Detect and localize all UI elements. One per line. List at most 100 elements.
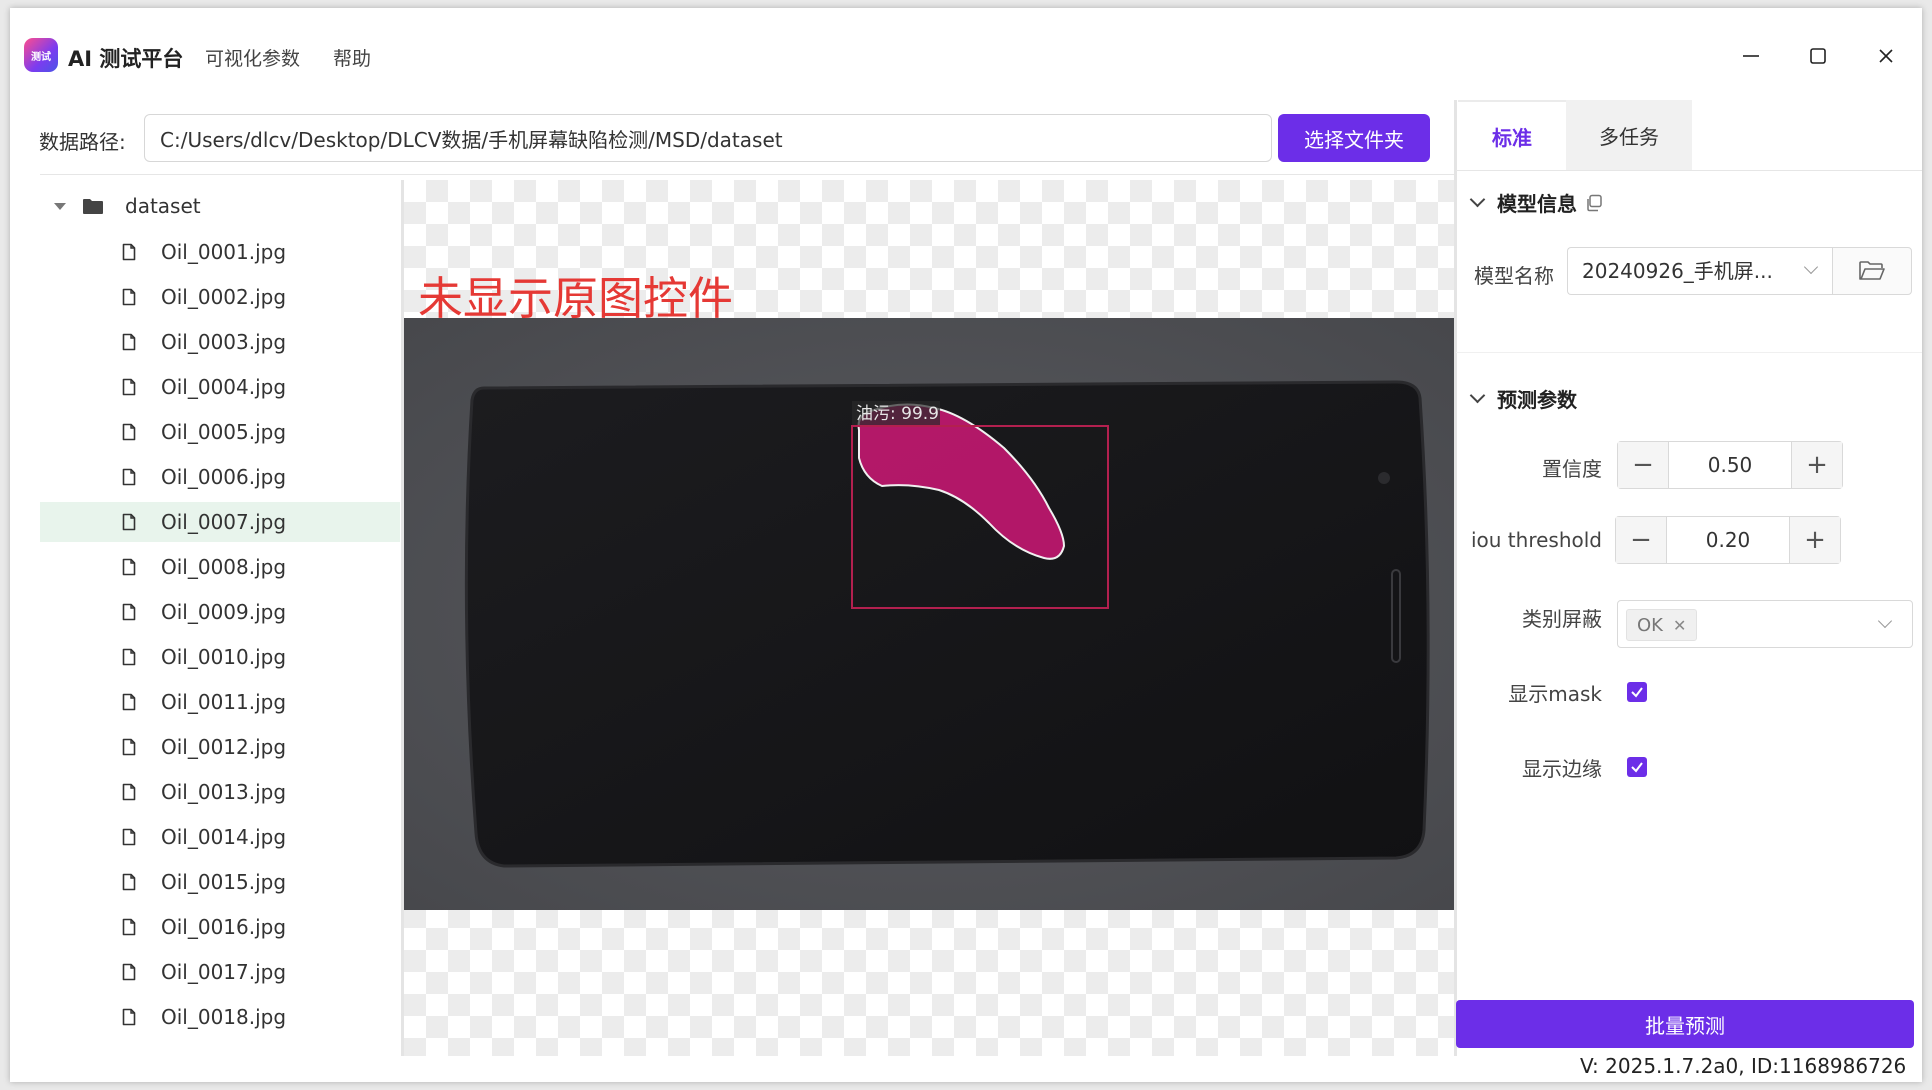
predict-params-title: 预测参数 [1497, 388, 1577, 412]
file-tree-item[interactable]: Oil_0002.jpg [40, 277, 400, 317]
confidence-decrement-button[interactable]: − [1618, 442, 1668, 488]
close-icon [1879, 49, 1893, 63]
app-logo: 测试 [24, 38, 58, 72]
remove-tag-icon[interactable]: ✕ [1673, 616, 1686, 635]
file-label: Oil_0017.jpg [161, 960, 287, 984]
class-tag-label: OK [1637, 614, 1663, 636]
image-viewer[interactable]: 未显示原图控件 油污: 99.9 [404, 180, 1454, 1056]
file-tree: dataset Oil_0001.jpg Oil_0002.jpg Oil_0003… [40, 180, 400, 1056]
confidence-stepper[interactable]: − 0.50 + [1617, 441, 1843, 489]
show-mask-label: 显示mask [1508, 682, 1602, 706]
data-path-label: 数据路径: [39, 130, 126, 154]
model-name-value: 20240926_手机屏... [1582, 259, 1773, 283]
class-tag-ok: OK ✕ [1626, 609, 1698, 641]
file-tree-item[interactable]: Oil_0014.jpg [40, 817, 400, 857]
iou-threshold-stepper[interactable]: − 0.20 + [1615, 516, 1841, 564]
file-icon [122, 963, 136, 981]
file-label: Oil_0002.jpg [161, 285, 287, 309]
file-tree-item[interactable]: Oil_0010.jpg [40, 637, 400, 677]
file-icon [122, 828, 136, 846]
file-tree-item[interactable]: Oil_0011.jpg [40, 682, 400, 722]
chevron-down-icon [1469, 387, 1486, 404]
file-tree-item[interactable]: Oil_0009.jpg [40, 592, 400, 632]
choose-folder-button[interactable]: 选择文件夹 [1278, 114, 1430, 162]
menu-help[interactable]: 帮助 [333, 44, 371, 71]
file-icon [122, 648, 136, 666]
file-icon [122, 873, 136, 891]
menu-visual-params[interactable]: 可视化参数 [205, 44, 300, 71]
app-window: 测试 AI 测试平台 可视化参数 帮助 数据路径: 选择文件夹 dataset … [10, 8, 1922, 1082]
chevron-down-icon [1469, 191, 1486, 208]
tree-root-dataset[interactable]: dataset [40, 186, 400, 226]
file-icon [122, 603, 136, 621]
file-label: Oil_0012.jpg [161, 735, 287, 759]
app-title: AI 测试平台 [68, 47, 184, 71]
detection-label: 油污: 99.9 [856, 404, 939, 424]
confidence-label: 置信度 [1542, 457, 1602, 481]
confidence-value[interactable]: 0.50 [1668, 442, 1792, 488]
checkmark-icon [1631, 687, 1643, 698]
file-label: Oil_0013.jpg [161, 780, 287, 804]
tab-multitask[interactable]: 多任务 [1566, 100, 1692, 170]
file-icon [122, 333, 136, 351]
minimize-button[interactable] [1729, 38, 1773, 74]
file-label: Oil_0018.jpg [161, 1005, 287, 1029]
file-tree-item[interactable]: Oil_0013.jpg [40, 772, 400, 812]
maximize-icon [1810, 48, 1826, 64]
show-edge-label: 显示边缘 [1522, 757, 1602, 781]
file-tree-item[interactable]: Oil_0005.jpg [40, 412, 400, 452]
iou-increment-button[interactable]: + [1790, 517, 1840, 563]
file-label: Oil_0014.jpg [161, 825, 287, 849]
file-tree-item[interactable]: Oil_0015.jpg [40, 862, 400, 902]
show-edge-checkbox[interactable] [1627, 757, 1647, 777]
batch-predict-button[interactable]: 批量预测 [1456, 1000, 1914, 1048]
data-path-input[interactable] [144, 114, 1272, 162]
file-label: Oil_0008.jpg [161, 555, 287, 579]
file-tree-item[interactable]: Oil_0006.jpg [40, 457, 400, 497]
file-tree-item[interactable]: Oil_0004.jpg [40, 367, 400, 407]
file-tree-item[interactable]: Oil_0007.jpg [40, 502, 400, 542]
version-text: V: 2025.1.7.2a0, ID:1168986726 [1580, 1054, 1907, 1078]
file-tree-item[interactable]: Oil_0003.jpg [40, 322, 400, 362]
iou-decrement-button[interactable]: − [1616, 517, 1666, 563]
file-label: Oil_0004.jpg [161, 375, 287, 399]
copy-icon[interactable] [1585, 194, 1603, 212]
file-tree-item[interactable]: Oil_0001.jpg [40, 232, 400, 272]
file-icon [122, 558, 136, 576]
folder-icon [83, 198, 103, 214]
iou-threshold-label: iou threshold [1470, 528, 1602, 552]
maximize-button[interactable] [1796, 38, 1840, 74]
show-mask-checkbox[interactable] [1627, 682, 1647, 702]
file-icon [122, 243, 136, 261]
file-icon [122, 468, 136, 486]
tabs-divider [1456, 170, 1922, 171]
file-label: Oil_0005.jpg [161, 420, 287, 444]
chevron-down-icon [1803, 259, 1819, 275]
chevron-down-icon [1877, 613, 1893, 629]
file-tree-item[interactable]: Oil_0018.jpg [40, 997, 400, 1037]
file-tree-item[interactable]: Oil_0008.jpg [40, 547, 400, 587]
file-icon [122, 1008, 136, 1026]
file-label: Oil_0003.jpg [161, 330, 287, 354]
file-tree-item[interactable]: Oil_0017.jpg [40, 952, 400, 992]
file-tree-item[interactable]: Oil_0016.jpg [40, 907, 400, 947]
open-model-folder-button[interactable] [1832, 247, 1912, 295]
class-mask-select[interactable]: OK ✕ [1617, 600, 1913, 648]
model-info-section-header[interactable]: 模型信息 [1469, 188, 1603, 217]
divider [40, 174, 1454, 175]
file-icon [122, 378, 136, 396]
inspection-image: 油污: 99.9 [404, 318, 1454, 910]
iou-threshold-value[interactable]: 0.20 [1666, 517, 1790, 563]
tab-standard[interactable]: 标准 [1458, 100, 1566, 170]
file-tree-item[interactable]: Oil_0012.jpg [40, 727, 400, 767]
close-button[interactable] [1864, 38, 1908, 74]
file-label: Oil_0011.jpg [161, 690, 287, 714]
model-name-select[interactable]: 20240926_手机屏... [1567, 247, 1832, 295]
caret-down-icon[interactable] [54, 202, 66, 210]
file-icon [122, 693, 136, 711]
file-label: Oil_0015.jpg [161, 870, 287, 894]
panel-splitter[interactable] [1454, 100, 1457, 1056]
confidence-increment-button[interactable]: + [1792, 442, 1842, 488]
tree-root-label: dataset [125, 194, 201, 218]
predict-params-section-header[interactable]: 预测参数 [1469, 384, 1577, 413]
